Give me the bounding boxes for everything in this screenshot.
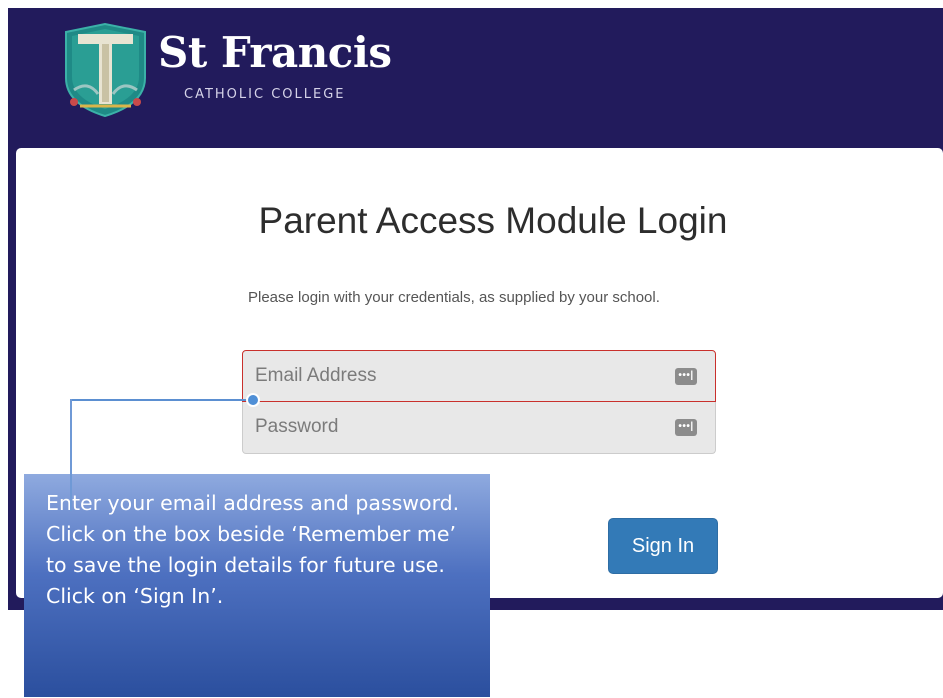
- password-field-group: •••|: [242, 402, 716, 454]
- email-field-group: •••|: [242, 350, 716, 402]
- password-input[interactable]: [255, 402, 655, 452]
- password-manager-icon[interactable]: •••|: [675, 419, 697, 436]
- password-manager-icon[interactable]: •••|: [675, 368, 697, 385]
- callout-pointer-dot: [246, 393, 260, 407]
- school-crest-icon: [65, 22, 146, 118]
- callout-connector-vertical: [70, 399, 72, 511]
- sign-in-button[interactable]: Sign In: [608, 518, 718, 574]
- callout-connector-horizontal: [70, 399, 250, 401]
- page-title: Parent Access Module Login: [258, 200, 728, 241]
- school-subtitle: CATHOLIC COLLEGE: [184, 87, 346, 102]
- school-name: St Francis: [158, 28, 392, 77]
- email-input[interactable]: [255, 351, 655, 401]
- instruction-callout: Enter your email address and password. C…: [24, 474, 490, 697]
- login-intro-text: Please login with your credentials, as s…: [248, 289, 660, 306]
